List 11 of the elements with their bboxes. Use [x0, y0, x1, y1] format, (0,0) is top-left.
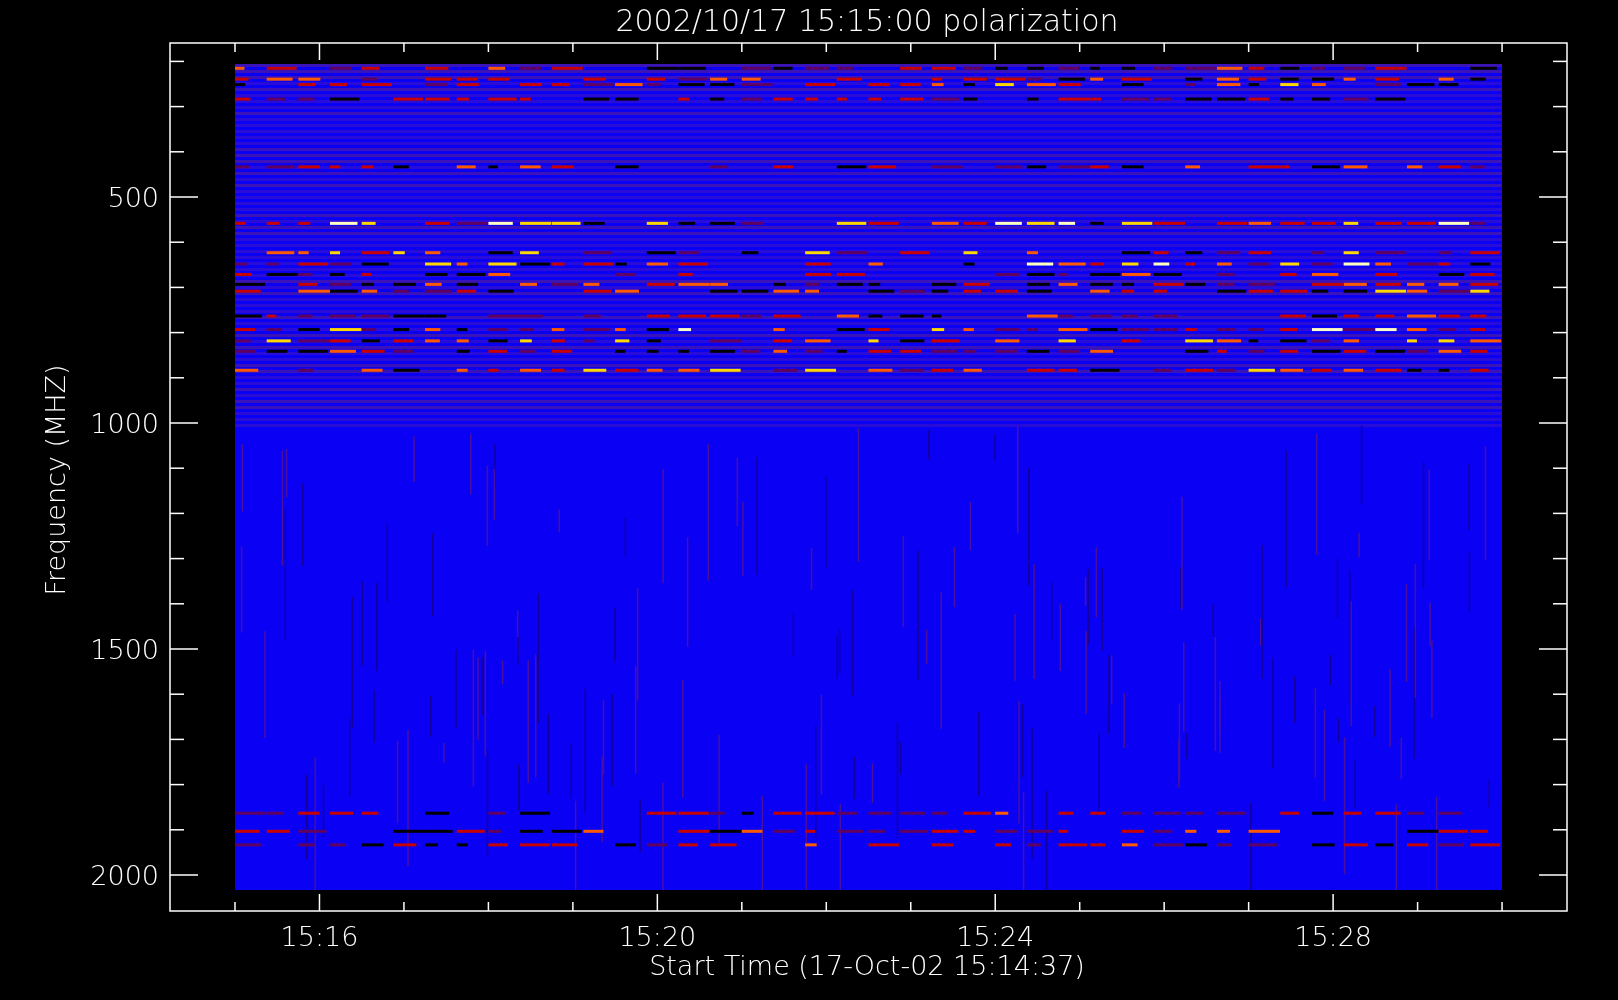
tick-label: 1000	[90, 408, 159, 439]
tick-label: 500	[107, 182, 159, 213]
axis-label: Start Time (17-Oct-02 15:14:37)	[649, 950, 1085, 981]
tick-label: 2000	[90, 860, 159, 891]
tick-label: 1500	[90, 634, 159, 665]
axis-label: Frequency (MHZ)	[40, 364, 71, 596]
tick-label: 15:28	[1294, 921, 1372, 952]
tick-label: 15:24	[956, 921, 1035, 952]
tick-label: 15:20	[618, 921, 697, 952]
plot-title: 2002/10/17 15:15:00 polarization	[615, 3, 1119, 38]
tick-label: 15:16	[280, 921, 359, 952]
